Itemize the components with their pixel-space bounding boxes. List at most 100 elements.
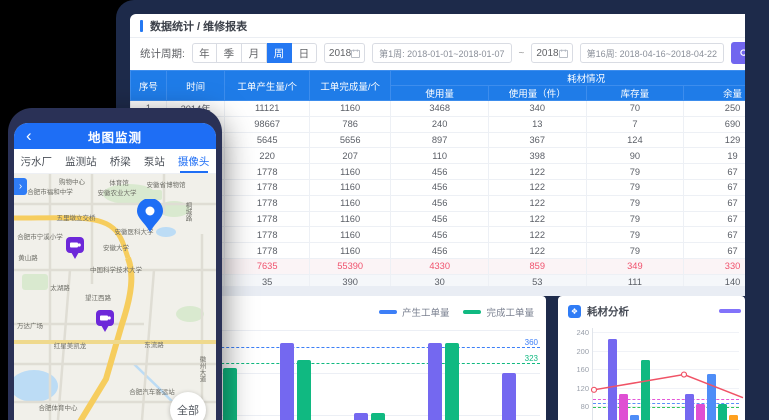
table-cell: 110 [391,148,489,164]
table-cell: 13 [488,116,586,132]
table-cell: 250 [684,101,745,117]
map-expand-button[interactable]: › [14,178,27,195]
y-axis-tick: 120 [565,384,589,393]
table-row[interactable]: 32016年56455656897367124129 [131,132,746,148]
map-label: 徽州大道 [196,356,206,382]
column-header: 工单产生量/个 [225,71,310,101]
total-cell: 55390 [309,258,390,274]
map-label: 安徽省博物馆 [147,179,186,189]
start-year-select[interactable]: 2018 [324,43,365,63]
group-header: 耗材情况 [391,71,745,86]
camera-pin-icon[interactable] [95,309,115,338]
table-cell: 79 [586,211,684,227]
phone-tab-污水厂[interactable]: 污水厂 [21,149,53,173]
bar-produced [280,343,294,420]
table-cell: 1778 [225,227,310,243]
table-row[interactable]: 22015年98667786240137690 [131,116,746,132]
trend-line [593,328,739,420]
legend-item: 完成工单量 [463,305,534,319]
table-cell: 67 [684,243,745,259]
breadcrumb: 数据统计 / 维修报表 [150,18,247,34]
table-row[interactable]: 10第5周177811604561227967 [131,243,746,259]
sub-column-header: 库存量 [586,86,684,101]
table-row[interactable]: 6第1周177811604561227967 [131,179,746,195]
table-cell: 456 [391,227,489,243]
table-cell: 456 [391,243,489,259]
table-cell: 67 [684,195,745,211]
bar-completed [371,413,385,420]
period-option-季[interactable]: 季 [217,43,242,63]
table-cell: 1160 [309,101,390,117]
table-cell: 1160 [309,211,390,227]
bar-completed [445,343,459,420]
table-cell: 98667 [225,116,310,132]
period-option-月[interactable]: 月 [242,43,267,63]
average-row: 平均值353903053111140 [131,274,746,286]
table-row[interactable]: 52018年177811604561227967 [131,164,746,180]
table-cell: 1778 [225,195,310,211]
bar-completed [223,368,237,420]
column-header: 序号 [131,71,167,101]
average-cell: 35 [225,274,310,286]
phone-tab-摄像头[interactable]: 摄像头 [178,149,210,173]
sub-column-header: 使用量 [391,86,489,101]
map-view[interactable]: › 全部 购物中心体育馆合肥市福和中学安徽农业大学安徽省博物馆桐城路五里墩立交桥… [14,174,216,420]
table-cell: 398 [488,148,586,164]
average-cell: 111 [586,274,684,286]
table-row[interactable]: 8第3周177811604561227967 [131,211,746,227]
sub-column-header: 余量 [684,86,745,101]
average-cell: 140 [684,274,745,286]
table-cell: 122 [488,211,586,227]
table-row[interactable]: 7第2周177811604561227967 [131,195,746,211]
chart-icon: ❖ [568,305,581,318]
table-cell: 1160 [309,227,390,243]
period-option-周[interactable]: 周 [267,43,292,63]
table-cell: 67 [684,227,745,243]
table-row[interactable]: 12014年111211160346834070250 [131,101,746,117]
table-cell: 456 [391,211,489,227]
end-year-select[interactable]: 2018 [531,43,572,63]
period-segmented-control: 年季月周日 [192,43,317,63]
table-cell: 67 [684,164,745,180]
map-label: 五里墩立交桥 [57,212,96,222]
table-cell: 70 [586,101,684,117]
table-cell: 11121 [225,101,310,117]
start-week-input[interactable]: 第1周: 2018-01-01~2018-01-07 [372,43,511,63]
table-cell: 456 [391,195,489,211]
table-row[interactable]: 9第4周177811604561227967 [131,227,746,243]
legend-item: 产生工单量 [379,305,450,319]
back-icon[interactable]: ‹ [26,124,32,148]
period-option-日[interactable]: 日 [292,43,317,63]
period-label: 统计周期: [140,46,185,61]
map-label: 中国科学技术大学 [90,264,142,274]
table-cell: 122 [488,164,586,180]
table-cell: 7 [586,116,684,132]
period-option-年[interactable]: 年 [192,43,217,63]
y-axis-tick: 200 [565,347,589,356]
table-cell: 1778 [225,164,310,180]
phone-tab-监测站[interactable]: 监测站 [65,149,97,173]
table-cell: 240 [391,116,489,132]
end-week-input[interactable]: 第16周: 2018-04-16~2018-04-22 [580,43,724,63]
map-all-button[interactable]: 全部 [170,392,206,420]
table-row[interactable]: 42017年2202071103989019 [131,148,746,164]
title-accent-bar [140,20,143,32]
phone-screen: ‹ 地图监测 污水厂监测站桥梁泵站摄像头 [14,123,216,420]
table-cell: 456 [391,179,489,195]
legend-marker [463,310,481,314]
map-label: 黄山路 [18,252,38,262]
phone-app-header: ‹ 地图监测 [14,123,216,149]
table-cell: 67 [684,211,745,227]
table-cell: 124 [586,132,684,148]
camera-pin-icon[interactable] [65,236,85,265]
table-cell: 90 [586,148,684,164]
query-button[interactable]: 查询 [731,42,745,64]
table-cell: 1778 [225,243,310,259]
average-cell: 390 [309,274,390,286]
legend-label: 产生工单量 [402,305,450,319]
location-pin-icon[interactable] [135,199,165,238]
column-header: 时间 [166,71,225,101]
phone-tab-泵站[interactable]: 泵站 [144,149,165,173]
table-cell: 129 [684,132,745,148]
phone-tab-桥梁[interactable]: 桥梁 [110,149,131,173]
